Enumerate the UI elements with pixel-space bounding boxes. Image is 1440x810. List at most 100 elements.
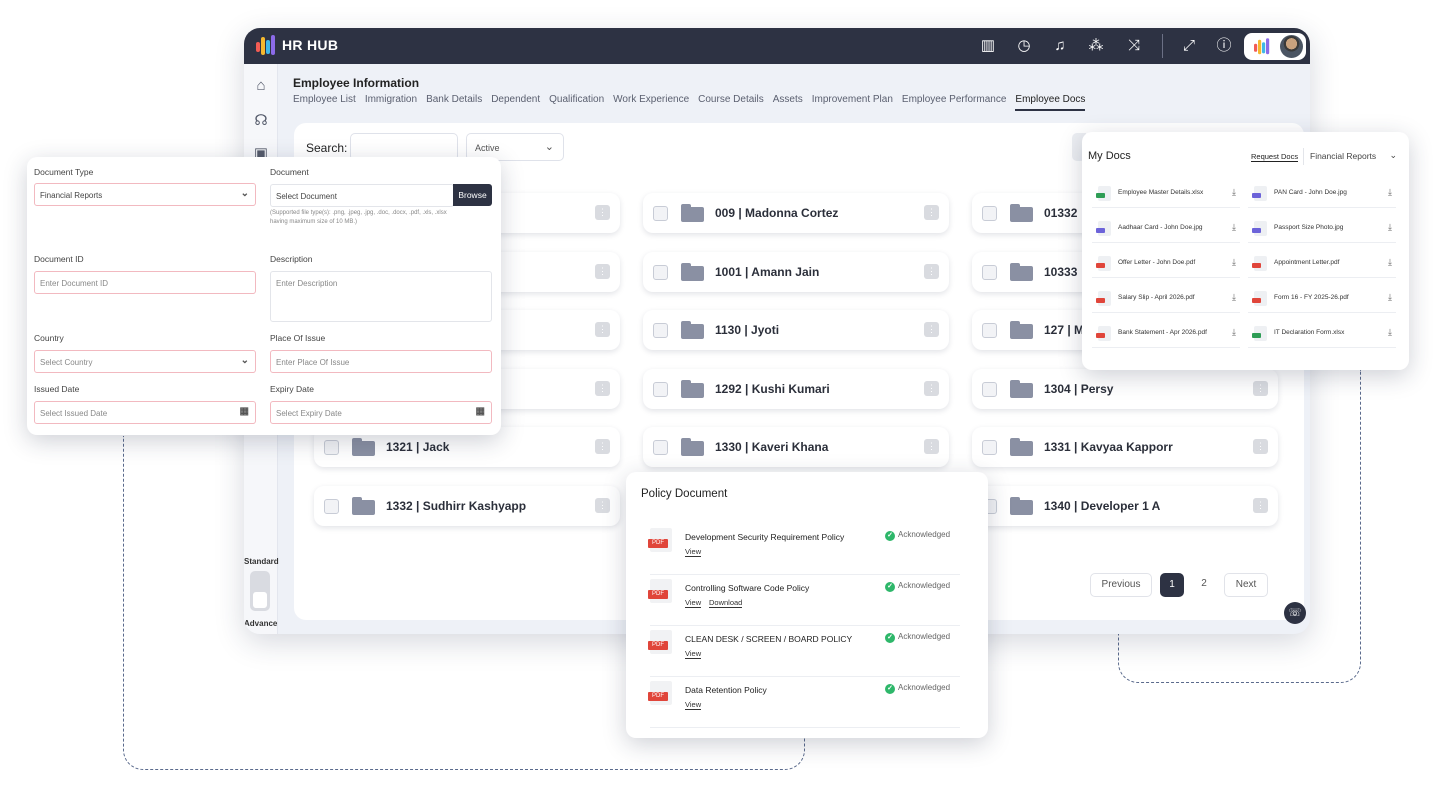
folder-checkbox[interactable] xyxy=(982,265,997,280)
download-icon[interactable]: ⤓ xyxy=(1232,222,1236,233)
document-type-select[interactable]: Financial Reports ⌄ xyxy=(34,183,256,206)
kebab-menu-icon[interactable]: ⋮ xyxy=(595,381,610,396)
folder-card[interactable]: 1331 | Kavyaa Kapporr ⋮ xyxy=(972,427,1278,467)
page-2-button[interactable]: 2 xyxy=(1192,573,1216,597)
doc-item[interactable]: Salary Slip - April 2026.pdf ⤓ xyxy=(1092,285,1240,313)
doc-item[interactable]: Employee Master Details.xlsx ⤓ xyxy=(1092,180,1240,208)
tab-course-details[interactable]: Course Details xyxy=(698,94,764,111)
request-docs-link[interactable]: Request Docs xyxy=(1251,152,1299,162)
kebab-menu-icon[interactable]: ⋮ xyxy=(1253,498,1268,513)
doc-category-select[interactable]: Financial Reports ⌄ xyxy=(1303,148,1401,165)
tab-dependent[interactable]: Dependent xyxy=(491,94,540,111)
download-icon[interactable]: ⤓ xyxy=(1232,327,1236,338)
folder-card[interactable]: 1330 | Kaveri Khana ⋮ xyxy=(643,427,949,467)
tab-employee-performance[interactable]: Employee Performance xyxy=(902,94,1007,111)
folder-card[interactable]: 009 | Madonna Cortez ⋮ xyxy=(643,193,949,233)
help-icon[interactable]: ⓘ xyxy=(1214,36,1234,56)
page-1-button[interactable]: 1 xyxy=(1160,573,1184,597)
tab-immigration[interactable]: Immigration xyxy=(365,94,417,111)
kebab-menu-icon[interactable]: ⋮ xyxy=(1253,381,1268,396)
folder-checkbox[interactable] xyxy=(653,323,668,338)
tab-assets[interactable]: Assets xyxy=(773,94,803,111)
folder-checkbox[interactable] xyxy=(982,440,997,455)
folder-checkbox[interactable] xyxy=(324,499,339,514)
download-link[interactable]: Download xyxy=(709,598,743,608)
download-icon[interactable]: ⤓ xyxy=(1388,292,1392,303)
kebab-menu-icon[interactable]: ⋮ xyxy=(924,439,939,454)
kebab-menu-icon[interactable]: ⋮ xyxy=(595,498,610,513)
document-file-input[interactable]: Select Document xyxy=(270,184,454,207)
network-icon[interactable]: ⁂ xyxy=(1086,36,1106,56)
doc-item[interactable]: Bank Statement - Apr 2026.pdf ⤓ xyxy=(1092,320,1240,348)
calendar-icon[interactable]: ▦ xyxy=(240,406,249,417)
home-icon[interactable]: ⌂ xyxy=(251,77,271,97)
view-link[interactable]: View xyxy=(685,649,702,659)
bell-icon[interactable]: ♫ xyxy=(1050,36,1070,56)
kebab-menu-icon[interactable]: ⋮ xyxy=(595,439,610,454)
profile-menu[interactable] xyxy=(1244,33,1306,60)
doc-item[interactable]: IT Declaration Form.xlsx ⤓ xyxy=(1248,320,1396,348)
kebab-menu-icon[interactable]: ⋮ xyxy=(595,205,610,220)
kebab-menu-icon[interactable]: ⋮ xyxy=(595,322,610,337)
view-link[interactable]: View xyxy=(685,598,702,608)
folder-card[interactable]: 1001 | Amann Jain ⋮ xyxy=(643,252,949,292)
calendar-icon[interactable]: ▦ xyxy=(476,406,485,417)
folder-card[interactable]: 1130 | Jyoti ⋮ xyxy=(643,310,949,350)
folder-checkbox[interactable] xyxy=(653,440,668,455)
folder-checkbox[interactable] xyxy=(324,440,339,455)
country-select[interactable]: Select Country ⌄ xyxy=(34,350,256,373)
doc-item[interactable]: Passport Size Photo.jpg ⤓ xyxy=(1248,215,1396,243)
folder-card[interactable]: 1292 | Kushi Kumari ⋮ xyxy=(643,369,949,409)
folder-card[interactable]: 1340 | Developer 1 A ⋮ xyxy=(972,486,1278,526)
document-id-input[interactable]: Enter Document ID xyxy=(34,271,256,294)
issued-date-input[interactable]: Select Issued Date ▦ xyxy=(34,401,256,424)
avatar[interactable] xyxy=(1280,35,1303,58)
folder-checkbox[interactable] xyxy=(653,265,668,280)
tab-qualification[interactable]: Qualification xyxy=(549,94,604,111)
download-icon[interactable]: ⤓ xyxy=(1388,257,1392,268)
view-link[interactable]: View xyxy=(685,547,702,557)
kebab-menu-icon[interactable]: ⋮ xyxy=(924,322,939,337)
place-of-issue-input[interactable]: Enter Place Of Issue xyxy=(270,350,492,373)
previous-button[interactable]: Previous xyxy=(1090,573,1152,597)
expand-icon[interactable]: ⤢ xyxy=(1179,36,1199,56)
download-icon[interactable]: ⤓ xyxy=(1232,292,1236,303)
kebab-menu-icon[interactable]: ⋮ xyxy=(924,381,939,396)
doc-item[interactable]: Offer Letter - John Doe.pdf ⤓ xyxy=(1092,250,1240,278)
tab-employee-list[interactable]: Employee List xyxy=(293,94,356,111)
shuffle-icon[interactable]: ⤨ xyxy=(1124,36,1144,56)
history-icon[interactable]: ◷ xyxy=(1014,36,1034,56)
folder-checkbox[interactable] xyxy=(982,382,997,397)
next-button[interactable]: Next xyxy=(1224,573,1268,597)
support-chat-icon[interactable]: ☏ xyxy=(1284,602,1306,624)
kebab-menu-icon[interactable]: ⋮ xyxy=(924,264,939,279)
tab-bank-details[interactable]: Bank Details xyxy=(426,94,482,111)
tab-employee-docs[interactable]: Employee Docs xyxy=(1015,94,1086,111)
download-icon[interactable]: ⤓ xyxy=(1232,257,1236,268)
kebab-menu-icon[interactable]: ⋮ xyxy=(1253,439,1268,454)
download-icon[interactable]: ⤓ xyxy=(1388,187,1392,198)
download-icon[interactable]: ⤓ xyxy=(1232,187,1236,198)
kebab-menu-icon[interactable]: ⋮ xyxy=(595,264,610,279)
doc-item[interactable]: Aadhaar Card - John Doe.jpg ⤓ xyxy=(1092,215,1240,243)
tab-work-experience[interactable]: Work Experience xyxy=(613,94,689,111)
folder-card[interactable]: 1304 | Persy ⋮ xyxy=(972,369,1278,409)
folder-checkbox[interactable] xyxy=(982,206,997,221)
download-icon[interactable]: ⤓ xyxy=(1388,327,1392,338)
mode-toggle[interactable] xyxy=(250,571,270,611)
description-textarea[interactable]: Enter Description xyxy=(270,271,492,322)
folder-card[interactable]: 1332 | Sudhirr Kashyapp ⋮ xyxy=(314,486,620,526)
folder-checkbox[interactable] xyxy=(653,382,668,397)
expiry-date-input[interactable]: Select Expiry Date ▦ xyxy=(270,401,492,424)
doc-item[interactable]: PAN Card - John Doe.jpg ⤓ xyxy=(1248,180,1396,208)
browse-button[interactable]: Browse xyxy=(453,184,492,206)
tab-improvement-plan[interactable]: Improvement Plan xyxy=(812,94,893,111)
folder-checkbox[interactable] xyxy=(982,323,997,338)
doc-item[interactable]: Form 16 - FY 2025-26.pdf ⤓ xyxy=(1248,285,1396,313)
kebab-menu-icon[interactable]: ⋮ xyxy=(924,205,939,220)
download-icon[interactable]: ⤓ xyxy=(1388,222,1392,233)
doc-item[interactable]: Appointment Letter.pdf ⤓ xyxy=(1248,250,1396,278)
view-link[interactable]: View xyxy=(685,700,702,710)
folder-checkbox[interactable] xyxy=(653,206,668,221)
book-icon[interactable]: ▥ xyxy=(978,36,998,56)
